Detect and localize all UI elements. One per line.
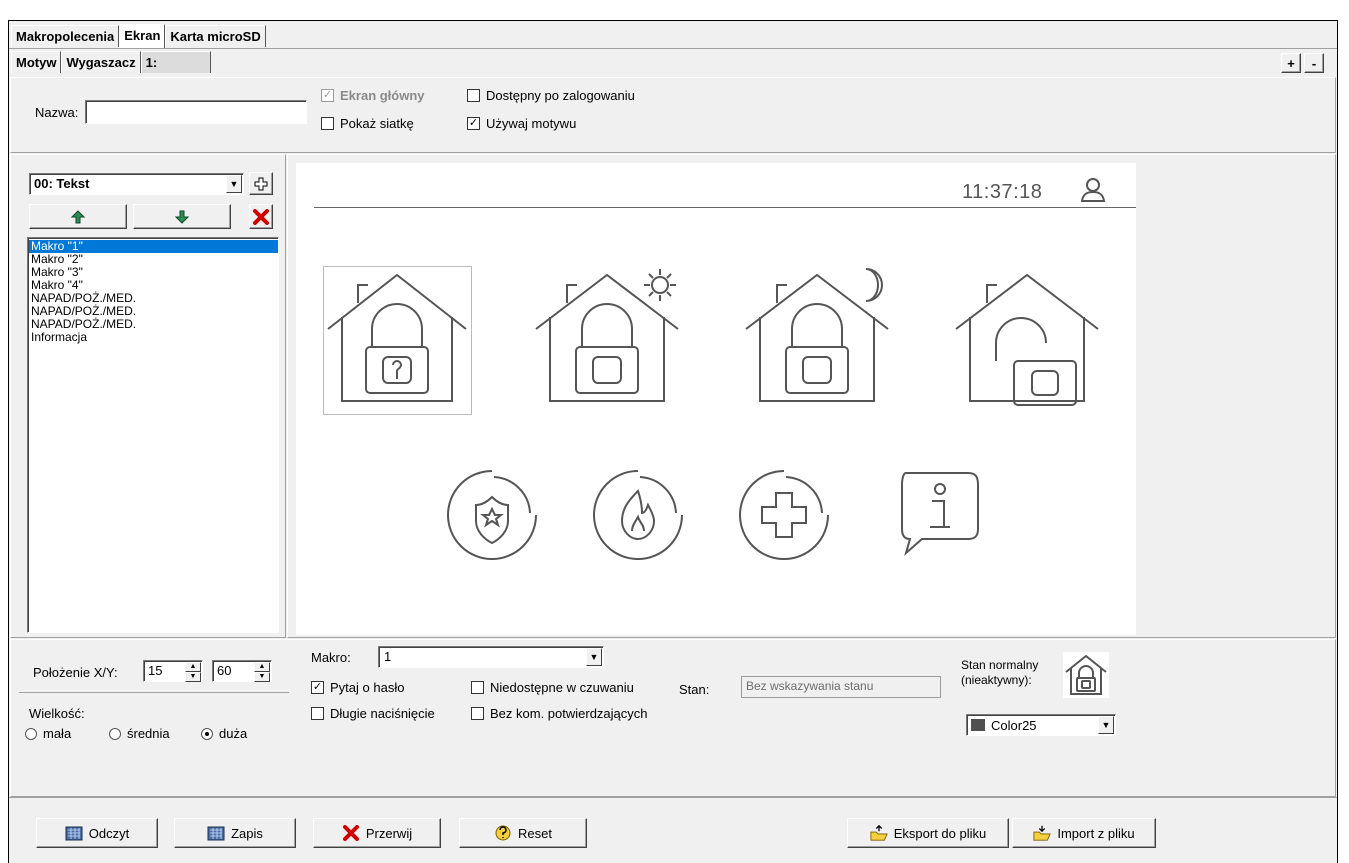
element-list[interactable]: Makro "1" Makro "2" Makro "3" Makro "4" … (27, 237, 279, 633)
tab-motyw[interactable]: Motyw (11, 51, 62, 73)
pos-y-spinner[interactable]: ▲ ▼ (254, 662, 270, 682)
add-tab-button[interactable]: + (1281, 53, 1301, 73)
normal-state-icon[interactable] (1063, 652, 1109, 698)
chevron-down-icon[interactable]: ▼ (1098, 716, 1114, 734)
arm-night-icon[interactable] (742, 267, 892, 417)
size-large-radio[interactable]: duża (201, 726, 247, 741)
pos-x-spinner[interactable]: ▲ ▼ (185, 662, 201, 682)
state-label: Stan: (679, 682, 710, 697)
no-confirm-checkbox[interactable]: Bez kom. potwierdzających (471, 706, 648, 721)
header-panel: Nazwa: ✓ Ekran główny Dostępny po zalogo… (10, 77, 1336, 153)
main-window: Makropolecenia Ekran Karta microSD Motyw… (8, 20, 1338, 863)
use-theme-checkbox[interactable]: ✓ Używaj motywu (467, 116, 576, 131)
size-small-radio[interactable]: mała (25, 726, 71, 741)
header-divider (314, 207, 1136, 208)
name-input[interactable] (85, 100, 307, 124)
main-screen-checkbox[interactable]: ✓ Ekran główny (321, 88, 425, 103)
size-medium-radio[interactable]: średnia (109, 726, 170, 741)
ask-password-checkbox[interactable]: ✓ Pytaj o hasło (311, 680, 404, 695)
reset-icon (494, 824, 512, 842)
available-after-login-checkbox[interactable]: Dostępny po zalogowaniu (467, 88, 635, 103)
pos-y-input[interactable]: 60 ▲ ▼ (212, 660, 272, 682)
state-field: Bez wskazywania stanu (741, 676, 941, 698)
show-grid-checkbox[interactable]: Pokaż siatkę (321, 116, 414, 131)
tab-makropolecenia[interactable]: Makropolecenia (11, 25, 120, 47)
add-element-button[interactable] (249, 172, 273, 195)
police-icon[interactable] (442, 465, 542, 565)
user-icon[interactable] (1078, 175, 1108, 205)
read-button[interactable]: Odczyt (36, 818, 158, 848)
arrow-up-icon (71, 209, 85, 223)
fire-icon[interactable] (588, 465, 688, 565)
export-button[interactable]: Eksport do pliku (847, 818, 1009, 848)
list-item[interactable]: Informacja (29, 331, 278, 344)
tab-karta-microsd[interactable]: Karta microSD (165, 25, 266, 47)
chevron-down-icon[interactable]: ▼ (586, 648, 602, 666)
medical-icon[interactable] (734, 465, 834, 565)
folder-import-icon (1033, 824, 1052, 842)
name-label: Nazwa: (35, 105, 79, 120)
sub-tab-bar: Motyw Wygaszacz 1: (11, 51, 211, 73)
folder-export-icon (870, 824, 888, 842)
check-icon: ✓ (321, 89, 334, 102)
arm-full-icon[interactable] (323, 266, 472, 415)
position-label: Położenie X/Y: (33, 665, 118, 680)
reset-button[interactable]: Reset (459, 818, 587, 848)
size-label: Wielkość: (29, 706, 85, 721)
move-up-button[interactable] (29, 204, 127, 229)
element-panel: 00: Tekst ▼ Makro "1" Makro "2" Makro "3… (10, 154, 286, 638)
write-button[interactable]: Zapis (174, 818, 296, 848)
check-icon: ✓ (311, 681, 324, 694)
macro-label: Makro: (311, 650, 351, 665)
preview-panel: 11:37:18 (287, 154, 1336, 638)
tab-wygaszacz[interactable]: Wygaszacz (61, 51, 141, 73)
arm-day-icon[interactable] (532, 267, 682, 417)
arrow-down-icon (175, 210, 189, 224)
pos-x-input[interactable]: 15 ▲ ▼ (143, 660, 203, 682)
abort-button[interactable]: Przerwij (313, 818, 441, 848)
move-down-button[interactable] (133, 204, 231, 229)
delete-icon (253, 208, 269, 225)
properties-panel: Położenie X/Y: 15 ▲ ▼ 60 ▲ ▼ Wielkość: mał… (10, 639, 1336, 797)
info-icon[interactable] (892, 469, 982, 559)
macro-select[interactable]: 1 ▼ (378, 646, 604, 668)
disarmed-icon[interactable] (952, 267, 1102, 417)
write-device-icon (207, 824, 225, 842)
top-tab-bar: Makropolecenia Ekran Karta microSD (11, 24, 266, 48)
delete-element-button[interactable] (249, 204, 273, 229)
remove-tab-button[interactable]: - (1304, 53, 1324, 73)
unavailable-armed-checkbox[interactable]: Niedostępne w czuwaniu (471, 680, 634, 695)
clock-text: 11:37:18 (962, 181, 1043, 203)
normal-state-sublabel: (nieaktywny): (961, 673, 1032, 687)
tab-ekran[interactable]: Ekran (119, 24, 166, 48)
chevron-down-icon[interactable]: ▼ (226, 175, 242, 193)
close-icon (342, 824, 360, 842)
long-press-checkbox[interactable]: Długie naciśnięcie (311, 706, 435, 721)
color-select[interactable]: Color25 ▼ (966, 714, 1116, 736)
read-device-icon (65, 824, 83, 842)
import-button[interactable]: Import z pliku (1012, 818, 1156, 848)
tab-screen-1[interactable]: 1: (140, 51, 211, 73)
screen-preview[interactable]: 11:37:18 (296, 163, 1136, 635)
plus-icon (254, 177, 268, 190)
normal-state-label: Stan normalny (961, 658, 1039, 672)
element-type-select[interactable]: 00: Tekst ▼ (29, 173, 244, 195)
color-swatch (971, 719, 985, 731)
check-icon: ✓ (467, 117, 480, 130)
